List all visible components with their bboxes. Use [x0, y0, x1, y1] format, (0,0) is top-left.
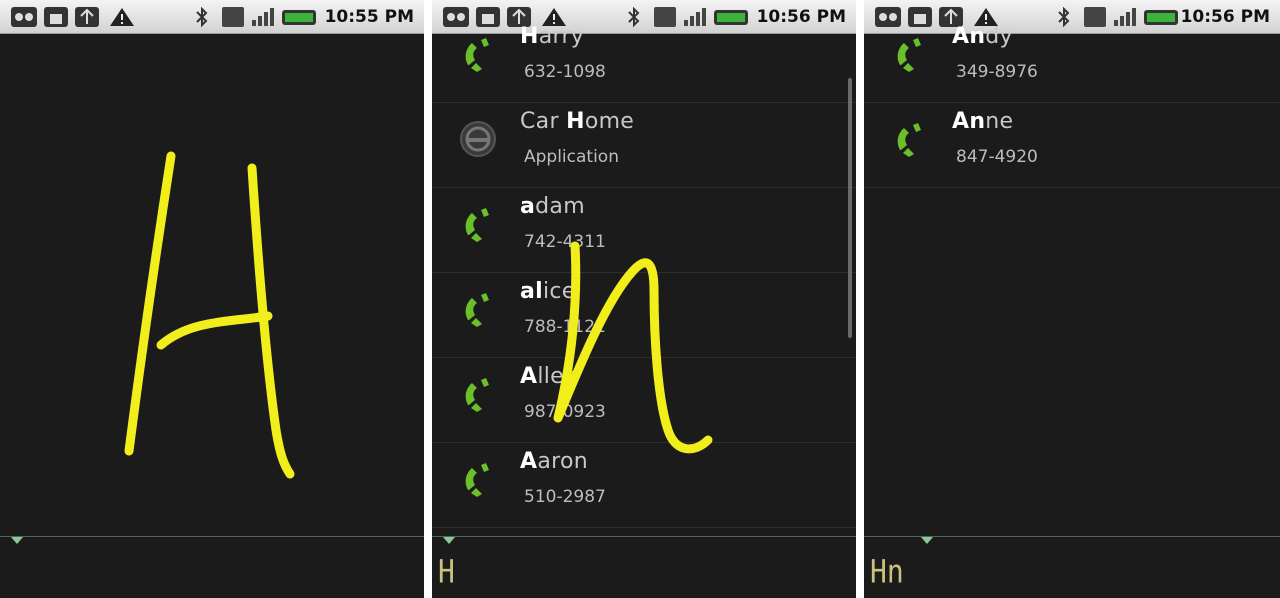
list-item[interactable]: Anne 847-4920: [864, 103, 1280, 188]
contact-name: adam: [520, 194, 585, 219]
contact-number: 742-4311: [524, 232, 606, 252]
contact-number: 349-8976: [956, 62, 1038, 82]
status-bar: 10:55 PM: [0, 0, 424, 34]
phone-icon: [465, 378, 489, 412]
list-item[interactable]: Harry 632-1098: [432, 18, 856, 103]
system-icons: [196, 6, 316, 28]
contact-name: Andy: [952, 24, 1013, 49]
notification-icons: [11, 7, 134, 27]
recognized-text: Hn: [870, 552, 904, 591]
recognition-strip[interactable]: [0, 536, 424, 598]
contact-name: Aaron: [520, 449, 588, 474]
phone-icon: [465, 38, 489, 72]
contact-name: alice: [520, 279, 576, 304]
phone-icon: [897, 123, 921, 157]
contact-list: Harry 632-1098 Car Home Application adam…: [432, 24, 856, 536]
contact-name: Car Home: [520, 109, 635, 134]
scrollbar[interactable]: [848, 78, 852, 338]
expand-arrow-icon[interactable]: [442, 536, 456, 545]
list-item[interactable]: Car Home Application: [432, 103, 856, 188]
contact-name: Allen: [520, 364, 579, 389]
car-home-icon: [460, 121, 496, 157]
list-item[interactable]: alice 788-1121: [432, 273, 856, 358]
contact-name: Harry: [520, 24, 585, 49]
handwriting-canvas[interactable]: [0, 34, 424, 536]
contact-number: 788-1121: [524, 317, 606, 337]
contact-number: 510-2987: [524, 487, 606, 507]
expand-arrow-icon[interactable]: [10, 536, 24, 545]
list-item[interactable]: adam 742-4311: [432, 188, 856, 273]
phone-icon: [465, 293, 489, 327]
screen-2: 10:56 PM Harry 632-1098 Car Home Applica…: [432, 0, 856, 598]
app-label: Application: [524, 147, 619, 167]
screen-1: 10:55 PM: [0, 0, 424, 598]
phone-icon: [897, 38, 921, 72]
list-item[interactable]: Allen 987-0923: [432, 358, 856, 443]
list-item[interactable]: Aaron 510-2987: [432, 443, 856, 528]
contact-number: 632-1098: [524, 62, 606, 82]
screen-3: 10:56 PM Andy 349-8976 Anne 847-4920 Hn: [864, 0, 1280, 598]
contact-number: 987-0923: [524, 402, 606, 422]
contact-list: Andy 349-8976 Anne 847-4920: [864, 24, 1280, 536]
recognition-strip[interactable]: Hn: [864, 536, 1280, 598]
phone-icon: [465, 208, 489, 242]
list-item[interactable]: Andy 349-8976: [864, 18, 1280, 103]
expand-arrow-icon[interactable]: [920, 536, 934, 545]
recognition-strip[interactable]: H: [432, 536, 856, 598]
contact-name: Anne: [952, 109, 1014, 134]
status-time: 10:55 PM: [324, 7, 414, 27]
contact-number: 847-4920: [956, 147, 1038, 167]
phone-icon: [465, 463, 489, 497]
recognized-text: H: [438, 552, 455, 591]
